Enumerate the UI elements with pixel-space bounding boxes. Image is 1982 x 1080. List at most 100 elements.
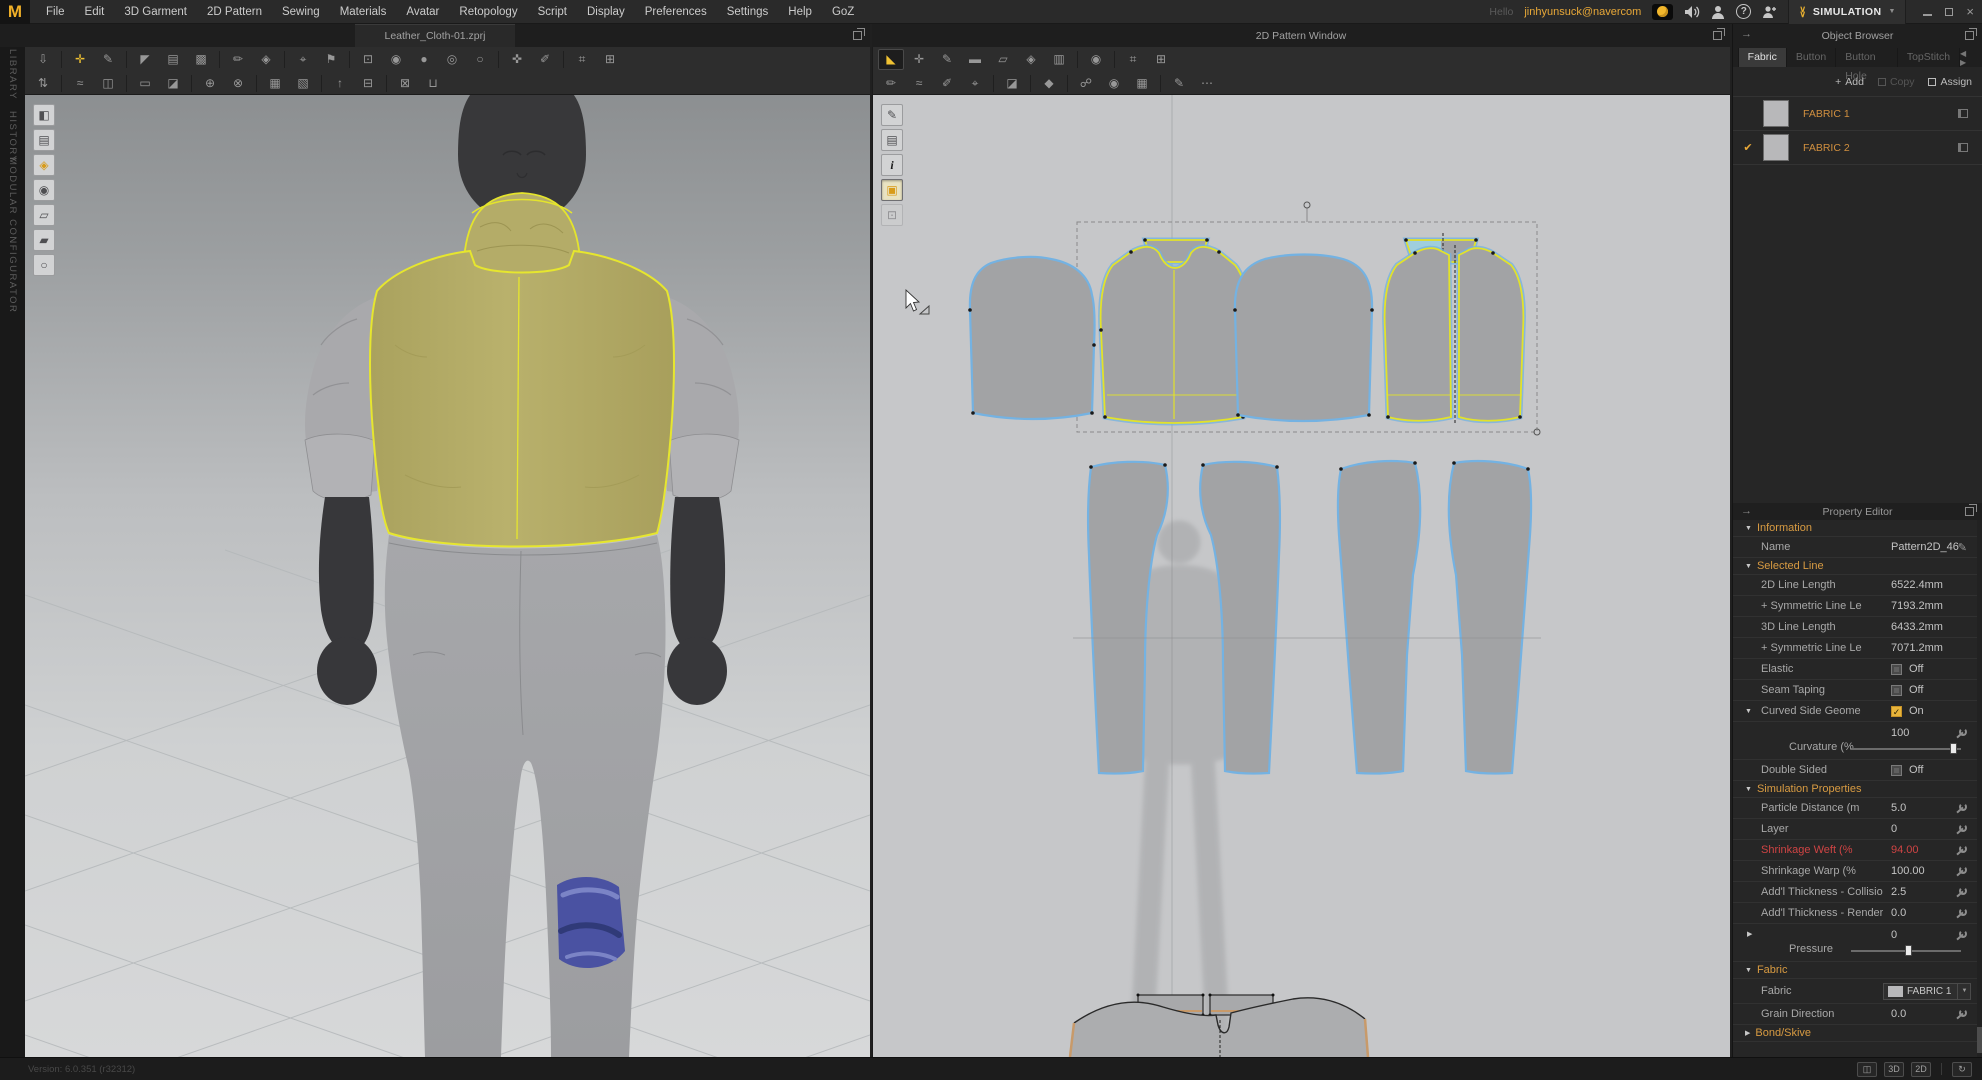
tool-buttonhole[interactable]: ▦	[1129, 73, 1155, 94]
view-3d-button[interactable]: 3D	[1884, 1062, 1904, 1077]
speaker-icon[interactable]	[1684, 5, 1700, 19]
tool-edit-pattern[interactable]: ✛	[906, 49, 932, 70]
show-avatar-icon[interactable]: ◉	[33, 179, 55, 201]
slider-knob[interactable]	[1905, 945, 1912, 956]
menu-file[interactable]: File	[36, 0, 75, 24]
tool-hem[interactable]: ⊔	[420, 73, 446, 94]
add-fabric-button[interactable]: +Add	[1835, 76, 1864, 88]
simulation-mode-dropdown[interactable]: ∨∨ SIMULATION ▼	[1788, 0, 1906, 24]
menu-script[interactable]: Script	[528, 0, 577, 24]
tool-grid[interactable]: ⊞	[1148, 49, 1174, 70]
tab-button[interactable]: Button	[1787, 48, 1836, 67]
tool-avatar-pose[interactable]: ○	[467, 49, 493, 70]
tab-fabric[interactable]: Fabric	[1739, 48, 1787, 67]
tool-select-move[interactable]: ✛	[67, 49, 93, 70]
menu-display[interactable]: Display	[577, 0, 635, 24]
refresh-view-button[interactable]: ↻	[1952, 1062, 1972, 1077]
pattern-bodice-back[interactable]	[1385, 245, 1524, 425]
tool-show-avatar-silhouette[interactable]: ◉	[1083, 49, 1109, 70]
tool-add-polygon[interactable]: ▱	[990, 49, 1016, 70]
tool-add-rectangle[interactable]: ▬	[962, 49, 988, 70]
show-fabric-a-icon[interactable]: ▱	[33, 204, 55, 226]
detach-window-icon[interactable]	[1965, 507, 1974, 516]
menu-settings[interactable]: Settings	[717, 0, 779, 24]
tool-wrinkle[interactable]: ⊗	[225, 73, 251, 94]
property-row-fabric[interactable]: ▼Fabric	[1733, 962, 1977, 979]
menu-3d-garment[interactable]: 3D Garment	[114, 0, 197, 24]
close-button[interactable]: ×	[1966, 7, 1974, 17]
field-value[interactable]: 2.5	[1891, 886, 1906, 898]
section-arrow-icon[interactable]: ▼	[1745, 708, 1752, 715]
tool-stitch-preview[interactable]: ⋯	[1194, 73, 1220, 94]
tool-measure-tape[interactable]: ✜	[504, 49, 530, 70]
history-rail-tab[interactable]: HISTORY	[7, 111, 18, 163]
tool-lasso-select[interactable]: ⌖	[290, 49, 316, 70]
tool-detail-sewing[interactable]: ⌖	[962, 73, 988, 94]
garment-vest[interactable]	[370, 251, 674, 547]
menu-help[interactable]: Help	[778, 0, 822, 24]
tool-tuck[interactable]: ◆	[1036, 73, 1062, 94]
show-stitches-icon[interactable]: ✎	[881, 104, 903, 126]
show-fabric-b-icon[interactable]: ▰	[33, 229, 55, 251]
tool-pleats[interactable]: ▥	[1046, 49, 1072, 70]
wrench-icon[interactable]	[1955, 727, 1968, 740]
tool-button[interactable]: ◉	[1101, 73, 1127, 94]
tool-stitch-a[interactable]: ≈	[67, 73, 93, 94]
menu-preferences[interactable]: Preferences	[635, 0, 717, 24]
assign-fabric-button[interactable]: Assign	[1928, 76, 1972, 88]
fabric-swatch[interactable]	[1763, 100, 1789, 127]
section-arrow-icon[interactable]: ▶	[1747, 930, 1752, 938]
tool-pin[interactable]: ✏	[225, 49, 251, 70]
slider-track[interactable]	[1851, 950, 1961, 952]
credits-icon[interactable]	[1652, 4, 1673, 20]
menu-avatar[interactable]: Avatar	[396, 0, 449, 24]
user-profile-icon[interactable]	[1711, 5, 1725, 19]
tool-quilt[interactable]: ▧	[290, 73, 316, 94]
tool-drape-selected[interactable]: ▩	[188, 49, 214, 70]
tool-internal-shape[interactable]: ◈	[1018, 49, 1044, 70]
show-garment-icon[interactable]: ▤	[33, 129, 55, 151]
wrench-icon[interactable]	[1955, 907, 1968, 920]
field-value[interactable]: 94.00	[1891, 844, 1919, 856]
field-value[interactable]: 5.0	[1891, 802, 1906, 814]
tool-zipper[interactable]: ↑	[327, 73, 353, 94]
tool-avatar-display[interactable]: ●	[411, 49, 437, 70]
tool-select-mesh[interactable]: ✎	[95, 49, 121, 70]
slider-knob[interactable]	[1950, 743, 1957, 754]
fabric-swatch[interactable]	[1763, 134, 1789, 161]
library-rail-tab[interactable]: LIBRARY	[7, 49, 18, 100]
property-row-bond-skive[interactable]: ▶Bond/Skive	[1733, 1025, 1977, 1042]
tool-grid-select[interactable]: ⌗	[569, 49, 595, 70]
pattern-bodice-front[interactable]	[1099, 247, 1249, 423]
tool-tack[interactable]: ⚑	[318, 49, 344, 70]
lock-pattern-icon[interactable]: ⊡	[881, 204, 903, 226]
detach-window-icon[interactable]	[1713, 31, 1722, 40]
wrench-icon[interactable]	[1955, 886, 1968, 899]
tool-trim[interactable]: ⊟	[355, 73, 381, 94]
tool-segment-sewing[interactable]: ✏	[878, 73, 904, 94]
tool-zipper-2d[interactable]: ☍	[1073, 73, 1099, 94]
property-row-information[interactable]: ▼Information	[1733, 520, 1977, 537]
wrench-icon[interactable]	[1955, 823, 1968, 836]
field-value[interactable]: 7193.2mm	[1891, 600, 1943, 612]
tool-drape-all[interactable]: ▤	[160, 49, 186, 70]
wrench-icon[interactable]	[1955, 865, 1968, 878]
tool-measure-edit[interactable]: ✐	[532, 49, 558, 70]
wrench-icon[interactable]	[1955, 844, 1968, 857]
collapse-panel-icon[interactable]: →	[1741, 28, 1752, 40]
3d-viewport[interactable]: ◧▤◈◉▱▰○	[25, 95, 870, 1057]
user-email[interactable]: jinhyunsuck@navercom	[1524, 6, 1641, 18]
fabric-item-fabric-2[interactable]: ✔FABRIC 2	[1733, 131, 1982, 165]
fabric-select-dropdown[interactable]: FABRIC 1▼	[1883, 983, 1971, 1000]
field-value[interactable]: Pattern2D_46	[1891, 541, 1959, 553]
checkbox[interactable]	[1891, 706, 1902, 717]
tool-grid[interactable]: ⊞	[597, 49, 623, 70]
tool-grid-snap[interactable]: ⌗	[1120, 49, 1146, 70]
show-avatar-parts-icon[interactable]: ○	[33, 254, 55, 276]
show-garment-2d-icon[interactable]: ▤	[881, 129, 903, 151]
property-row-selected-line[interactable]: ▼Selected Line	[1733, 558, 1977, 575]
project-tab[interactable]: Leather_Cloth-01.zprj	[355, 24, 516, 47]
property-row-simulation-properties[interactable]: ▼Simulation Properties	[1733, 781, 1977, 798]
tool-edit-point[interactable]: ✎	[934, 49, 960, 70]
menu-retopology[interactable]: Retopology	[449, 0, 527, 24]
